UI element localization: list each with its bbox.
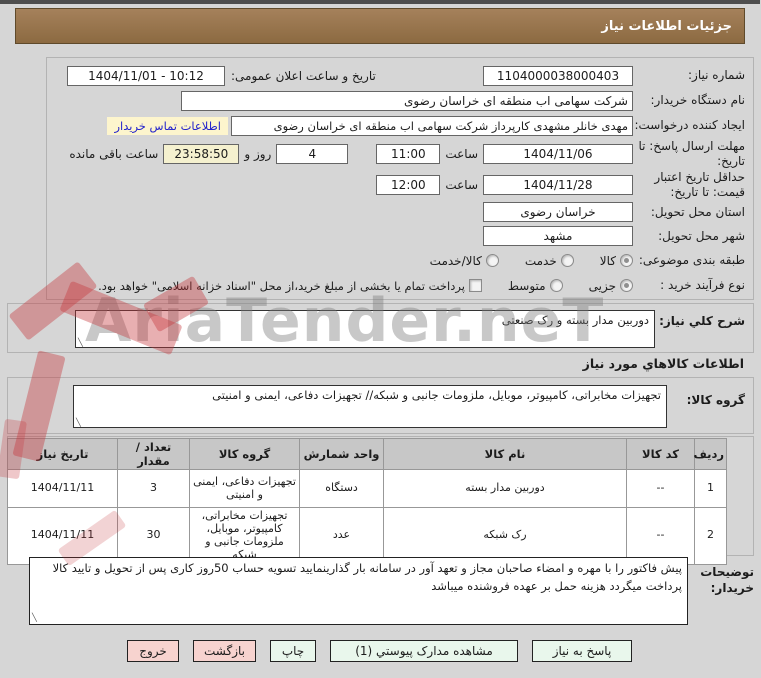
cell-row-number: 1 bbox=[695, 469, 728, 508]
category-service-radio-icon[interactable] bbox=[561, 254, 575, 267]
items-table-panel: ردیف کد کالا نام کالا واحد شمارش گروه کا… bbox=[8, 436, 755, 565]
remaining-suffix-label: ساعت باقی مانده bbox=[70, 147, 160, 161]
row-response-deadline: مهلت ارسال پاسخ: تا تاریخ: 1404/11/06 سا… bbox=[48, 138, 754, 170]
buyer-name-field[interactable]: شرکت سهامی اب منطقه ای خراسان رضوی bbox=[182, 90, 634, 111]
respond-to-need-button[interactable]: پاسخ به نیاز bbox=[533, 640, 633, 662]
cell-item-name: دوربین مدار بسته bbox=[384, 469, 628, 508]
row-buyer-name: نام دستگاه خریدار: شرکت سهامی اب منطقه ا… bbox=[48, 88, 754, 113]
back-button[interactable]: بازگشت bbox=[194, 640, 257, 662]
general-description-label: شرح کلي نیاز: bbox=[660, 314, 746, 328]
announce-datetime-label: تاریخ و ساعت اعلان عمومی: bbox=[232, 68, 377, 83]
table-row: 2 -- رک شبکه عدد تجهیزات مخابراتی، کامپی… bbox=[8, 507, 728, 565]
row-need-number: شماره نیاز: 1104000038000403 تاریخ و ساع… bbox=[48, 63, 754, 88]
cell-count-unit: دستگاه bbox=[300, 469, 385, 508]
treasury-payment-checkbox-icon[interactable] bbox=[469, 279, 483, 292]
exit-button[interactable]: خروج bbox=[128, 640, 180, 662]
cell-item-code: -- bbox=[627, 507, 696, 565]
cell-quantity: 30 bbox=[118, 507, 191, 565]
goods-group-label: گروه کالا: bbox=[687, 393, 746, 407]
action-buttons-bar: پاسخ به نیاز مشاهده مدارک پیوستي (1) چاپ… bbox=[0, 640, 761, 662]
subject-category-label: طبقه بندی موضوعی: bbox=[639, 253, 746, 267]
cell-need-date: 1404/11/11 bbox=[8, 469, 119, 508]
need-info-panel: شماره نیاز: 1104000038000403 تاریخ و ساع… bbox=[47, 57, 755, 300]
table-row: 1 -- دوربین مدار بسته دستگاه تجهیزات دفا… bbox=[8, 469, 728, 508]
col-row-number: ردیف bbox=[694, 438, 728, 470]
price-validity-label: حداقل تاریخ اعتبار قیمت: تا تاریخ: bbox=[655, 170, 746, 199]
cell-item-name: رک شبکه bbox=[384, 507, 628, 565]
general-description-textarea[interactable]: دوربین مدار بسته و رک صنعتی bbox=[76, 310, 656, 348]
row-delivery-city: شهر محل تحویل: مشهد bbox=[48, 224, 754, 248]
row-price-validity: حداقل تاریخ اعتبار قیمت: تا تاریخ: 1404/… bbox=[48, 170, 754, 200]
buyer-notes-section: توضیحات خریدار: پیش فاکتور را با مهره و … bbox=[8, 557, 755, 625]
print-button[interactable]: چاپ bbox=[271, 640, 317, 662]
delivery-province-label: استان محل تحویل: bbox=[651, 204, 746, 219]
col-item-group: گروه کالا bbox=[190, 438, 301, 470]
buyer-contact-link[interactable]: اطلاعات تماس خریدار bbox=[108, 116, 229, 135]
cell-quantity: 3 bbox=[118, 469, 191, 508]
page-title: جزئیات اطلاعات نیاز bbox=[602, 18, 733, 34]
goods-group-textarea[interactable]: تجهیزات مخابراتی، کامپیوتر، موبایل، ملزو… bbox=[74, 385, 668, 428]
items-table: ردیف کد کالا نام کالا واحد شمارش گروه کا… bbox=[8, 438, 728, 565]
process-minor-option-label: جزیی bbox=[589, 278, 617, 293]
buyer-notes-label: توضیحات خریدار: bbox=[701, 565, 755, 595]
buyer-name-label: نام دستگاه خریدار: bbox=[651, 93, 747, 107]
deadline-date-field[interactable]: 1404/11/06 bbox=[484, 144, 634, 164]
request-creator-field[interactable]: مهدی خانلر مشهدی کارپرداز شرکت سهامی اب … bbox=[232, 115, 634, 136]
need-number-field[interactable]: 1104000038000403 bbox=[484, 65, 634, 86]
process-minor-radio-icon[interactable] bbox=[621, 279, 634, 292]
deadline-hour-field[interactable]: 11:00 bbox=[377, 144, 442, 164]
items-table-header-row: ردیف کد کالا نام کالا واحد شمارش گروه کا… bbox=[8, 438, 728, 470]
delivery-city-field[interactable]: مشهد bbox=[484, 226, 634, 246]
category-goods-service-option-label: کالا/خدمت bbox=[430, 253, 483, 268]
row-request-creator: ایجاد کننده درخواست: مهدی خانلر مشهدی کا… bbox=[48, 113, 754, 138]
validity-date-field[interactable]: 1404/11/28 bbox=[484, 175, 634, 195]
delivery-city-label: شهر محل تحویل: bbox=[659, 228, 746, 243]
validity-hour-field[interactable]: 12:00 bbox=[377, 175, 442, 195]
request-creator-label: ایجاد کننده درخواست: bbox=[635, 118, 746, 132]
need-details-page: { "header": { "title": "جزئیات اطلاعات ن… bbox=[0, 0, 761, 678]
cell-item-group: تجهیزات دفاعی، ایمنی و امنیتی bbox=[190, 469, 301, 508]
purchase-process-label: نوع فرآیند خرید : bbox=[661, 278, 746, 292]
process-medium-option-label: متوسط bbox=[508, 278, 547, 293]
general-description-panel: شرح کلي نیاز: دوربین مدار بسته و رک صنعت… bbox=[8, 303, 755, 353]
col-item-name: نام کالا bbox=[384, 438, 628, 470]
deadline-hour-label: ساعت bbox=[446, 147, 479, 161]
days-separator-label: روز و bbox=[245, 147, 273, 161]
col-need-date: تاریخ نیاز bbox=[8, 438, 119, 470]
announce-datetime-field[interactable]: 1404/11/01 - 10:12 bbox=[68, 65, 226, 86]
view-attachments-button[interactable]: مشاهده مدارک پیوستي (1) bbox=[331, 640, 519, 662]
remaining-days-field[interactable]: 4 bbox=[277, 144, 350, 164]
cell-need-date: 1404/11/11 bbox=[8, 507, 119, 565]
col-count-unit: واحد شمارش bbox=[300, 438, 385, 470]
category-goods-radio-icon[interactable] bbox=[621, 254, 634, 267]
delivery-province-field[interactable]: خراسان رضوی bbox=[484, 202, 634, 222]
col-quantity: تعداد / مقدار bbox=[118, 438, 191, 470]
row-delivery-province: استان محل تحویل: خراسان رضوی bbox=[48, 200, 754, 224]
cell-row-number: 2 bbox=[695, 507, 728, 565]
category-goods-service-radio-icon[interactable] bbox=[486, 254, 500, 267]
buyer-notes-textarea[interactable]: پیش فاکتور را با مهره و امضاء صاحبان مجا… bbox=[30, 557, 689, 625]
response-deadline-label: مهلت ارسال پاسخ: تا تاریخ: bbox=[639, 139, 746, 168]
process-medium-radio-icon[interactable] bbox=[550, 279, 564, 292]
goods-group-panel: گروه کالا: تجهیزات مخابراتی، کامپیوتر، م… bbox=[8, 377, 755, 434]
cell-count-unit: عدد bbox=[300, 507, 385, 565]
remaining-time-field[interactable]: 23:58:50 bbox=[164, 144, 241, 164]
page-title-bar: جزئیات اطلاعات نیاز bbox=[16, 8, 746, 44]
window-top-edge bbox=[0, 0, 761, 4]
need-number-label: شماره نیاز: bbox=[689, 68, 746, 82]
row-subject-category: طبقه بندی موضوعی: کالا خدمت کالا/خدمت bbox=[48, 248, 754, 273]
cell-item-group: تجهیزات مخابراتی، کامپیوتر، موبایل، ملزو… bbox=[190, 507, 301, 565]
treasury-payment-checkbox-label: پرداخت تمام یا بخشی از مبلغ خرید،از محل … bbox=[99, 278, 466, 293]
validity-hour-label: ساعت bbox=[446, 178, 479, 192]
cell-item-code: -- bbox=[627, 469, 696, 508]
required-items-heading: اطلاعات کالاهاي مورد نیاز bbox=[583, 356, 745, 371]
row-purchase-process: نوع فرآیند خرید : جزیی متوسط پرداخت تمام… bbox=[48, 273, 754, 298]
category-service-option-label: خدمت bbox=[525, 253, 558, 268]
col-item-code: کد کالا bbox=[627, 438, 696, 470]
category-goods-option-label: کالا bbox=[600, 253, 617, 268]
